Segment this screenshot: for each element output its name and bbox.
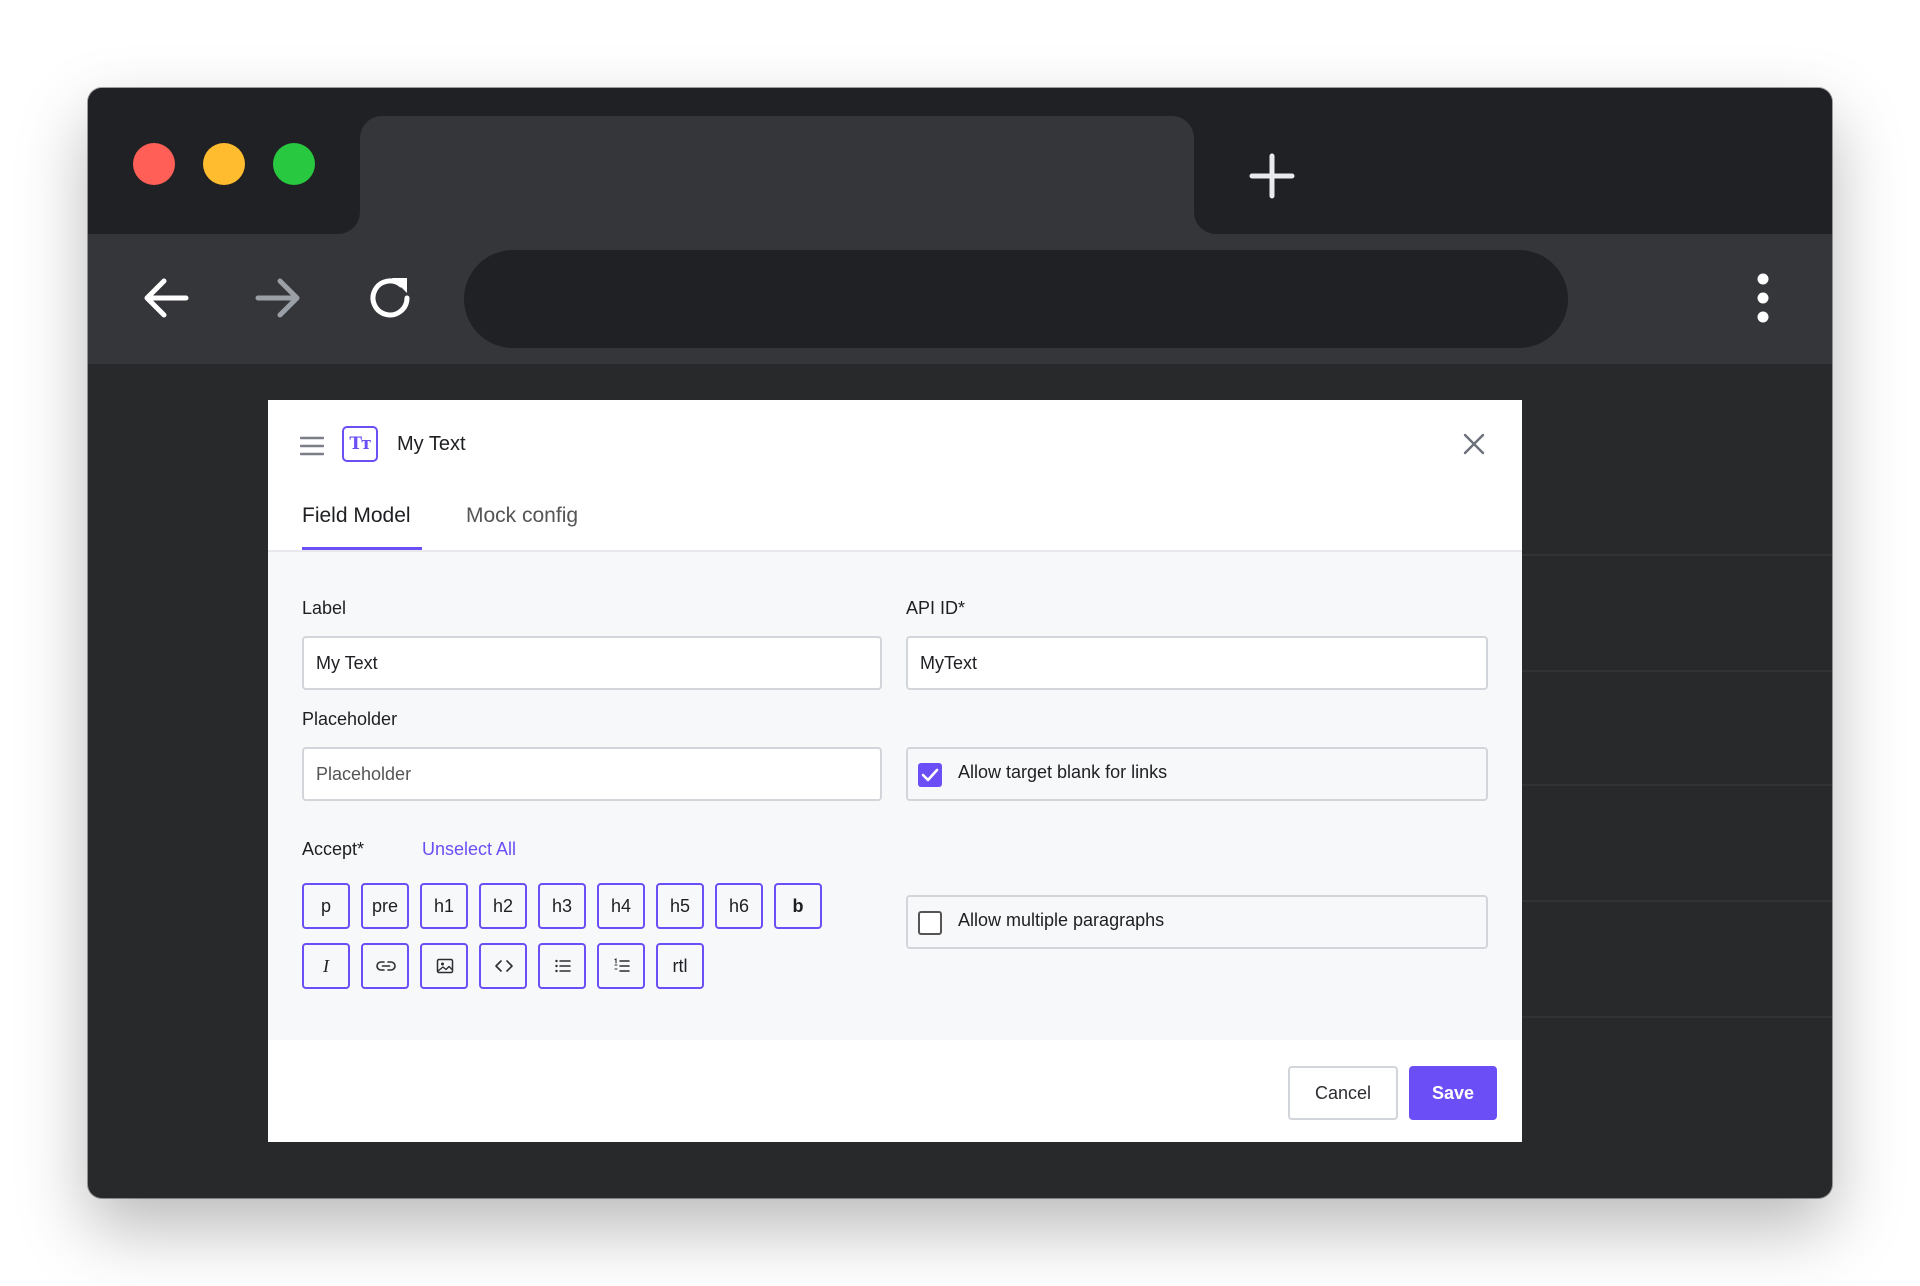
- address-bar[interactable]: [464, 250, 1568, 348]
- title-bar: [88, 88, 1832, 234]
- label-field-label: Label: [302, 598, 347, 618]
- minimize-window-button[interactable]: [203, 143, 245, 185]
- arrow-left-icon[interactable]: [138, 270, 194, 326]
- close-icon[interactable]: [1462, 432, 1486, 456]
- accept-h5-toggle[interactable]: h5: [656, 883, 704, 929]
- modal-body: Label My Text API ID* MyText Placeholder…: [268, 552, 1522, 1042]
- close-window-button[interactable]: [133, 143, 175, 185]
- accept-bold-toggle[interactable]: b: [774, 883, 822, 929]
- accept-code-toggle[interactable]: [479, 943, 527, 989]
- tab-field-model[interactable]: Field Model: [302, 504, 422, 550]
- allow-multiple-paragraphs-checkbox[interactable]: [918, 911, 942, 935]
- accept-p-toggle[interactable]: p: [302, 883, 350, 929]
- unselect-all-link[interactable]: Unselect All: [422, 839, 516, 860]
- drag-handle-icon[interactable]: [300, 434, 324, 458]
- arrow-right-icon[interactable]: [250, 270, 306, 326]
- accept-label: Accept*: [302, 839, 365, 859]
- accept-h6-toggle[interactable]: h6: [715, 883, 763, 929]
- more-vertical-icon[interactable]: [1748, 270, 1778, 326]
- checkmark-icon: [921, 768, 939, 782]
- api-id-input[interactable]: MyText: [906, 636, 1488, 690]
- tab-mock-config[interactable]: Mock config: [466, 504, 578, 550]
- maximize-window-button[interactable]: [273, 143, 315, 185]
- allow-multiple-paragraphs-label: Allow multiple paragraphs: [958, 910, 1165, 930]
- label-input[interactable]: My Text: [302, 636, 882, 690]
- modal-header: Tт My Text Field Model Mock config: [268, 400, 1522, 552]
- save-button[interactable]: Save: [1409, 1066, 1497, 1120]
- cancel-button[interactable]: Cancel: [1288, 1066, 1398, 1120]
- accept-image-toggle[interactable]: [420, 943, 468, 989]
- backdrop-divider: [1488, 1016, 1832, 1018]
- accept-rtl-toggle[interactable]: rtl: [656, 943, 704, 989]
- field-edit-modal: Tт My Text Field Model Mock config Label…: [268, 400, 1522, 1142]
- allow-target-blank-label: Allow target blank for links: [958, 762, 1168, 782]
- accept-numbered-list-toggle[interactable]: [597, 943, 645, 989]
- bulleted-list-icon: [555, 959, 571, 973]
- allow-target-blank-option[interactable]: Allow target blank for links: [906, 747, 1488, 801]
- accept-h2-toggle[interactable]: h2: [479, 883, 527, 929]
- modal-footer: Cancel Save: [268, 1040, 1522, 1142]
- accept-italic-toggle[interactable]: I: [302, 943, 350, 989]
- browser-tab[interactable]: [360, 116, 1194, 234]
- api-id-label: API ID*: [906, 598, 966, 618]
- reload-icon[interactable]: [362, 270, 418, 326]
- accept-h1-toggle[interactable]: h1: [420, 883, 468, 929]
- accept-bulleted-list-toggle[interactable]: [538, 943, 586, 989]
- backdrop-divider: [1488, 670, 1832, 672]
- accept-h3-toggle[interactable]: h3: [538, 883, 586, 929]
- plus-icon[interactable]: [1246, 150, 1298, 202]
- modal-title: My Text: [397, 433, 466, 455]
- allow-target-blank-checkbox[interactable]: [918, 763, 942, 787]
- accept-header: Accept* Unselect All: [302, 839, 602, 863]
- backdrop-divider: [1488, 554, 1832, 556]
- accept-h4-toggle[interactable]: h4: [597, 883, 645, 929]
- italic-icon: I: [323, 956, 329, 976]
- accept-link-toggle[interactable]: [361, 943, 409, 989]
- backdrop-divider: [1488, 900, 1832, 902]
- accept-pre-toggle[interactable]: pre: [361, 883, 409, 929]
- backdrop-divider: [1488, 784, 1832, 786]
- code-icon: [495, 960, 513, 972]
- link-icon: [376, 961, 396, 971]
- numbered-list-icon: [614, 958, 630, 972]
- browser-toolbar: [88, 234, 1832, 364]
- allow-multiple-paragraphs-option[interactable]: Allow multiple paragraphs: [906, 895, 1488, 949]
- placeholder-label: Placeholder: [302, 709, 398, 729]
- text-field-icon: Tт: [342, 426, 378, 462]
- placeholder-input[interactable]: Placeholder: [302, 747, 882, 801]
- image-icon: [436, 958, 454, 974]
